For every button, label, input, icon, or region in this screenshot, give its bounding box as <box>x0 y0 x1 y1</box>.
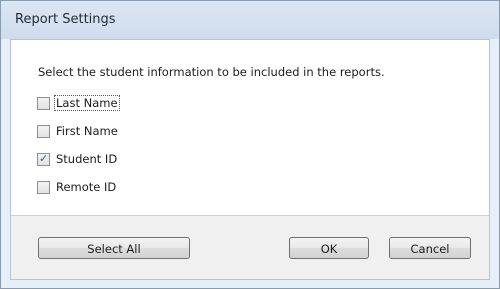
checkbox-box[interactable] <box>37 124 50 138</box>
checkbox-remote-id[interactable]: Remote ID <box>37 178 117 196</box>
ok-button[interactable]: OK <box>289 237 369 259</box>
checkbox-first-name[interactable]: First Name <box>37 122 119 140</box>
button-bar: Select All OK Cancel <box>11 216 489 279</box>
checkbox-box[interactable] <box>37 180 50 194</box>
checkbox-last-name[interactable]: Last Name <box>37 94 120 112</box>
instruction-text: Select the student information to be inc… <box>38 65 385 79</box>
checkbox-box[interactable]: ✓ <box>37 151 50 166</box>
title-bar[interactable]: Report Settings <box>1 1 499 39</box>
check-mark-icon: ✓ <box>39 151 49 165</box>
dialog-client-area: Select the student information to be inc… <box>10 39 490 280</box>
options-panel: Select the student information to be inc… <box>11 40 489 215</box>
checkbox-label[interactable]: Student ID <box>55 152 118 166</box>
checkbox-label[interactable]: First Name <box>55 124 119 138</box>
checkbox-student-id[interactable]: ✓ Student ID <box>37 150 118 168</box>
checkbox-label[interactable]: Last Name <box>54 95 120 111</box>
select-all-button[interactable]: Select All <box>38 237 190 259</box>
checkbox-box[interactable] <box>37 96 50 110</box>
report-settings-dialog: Report Settings Select the student infor… <box>0 0 500 289</box>
cancel-button[interactable]: Cancel <box>389 237 471 259</box>
dialog-title: Report Settings <box>15 12 116 27</box>
checkbox-label[interactable]: Remote ID <box>55 180 117 194</box>
